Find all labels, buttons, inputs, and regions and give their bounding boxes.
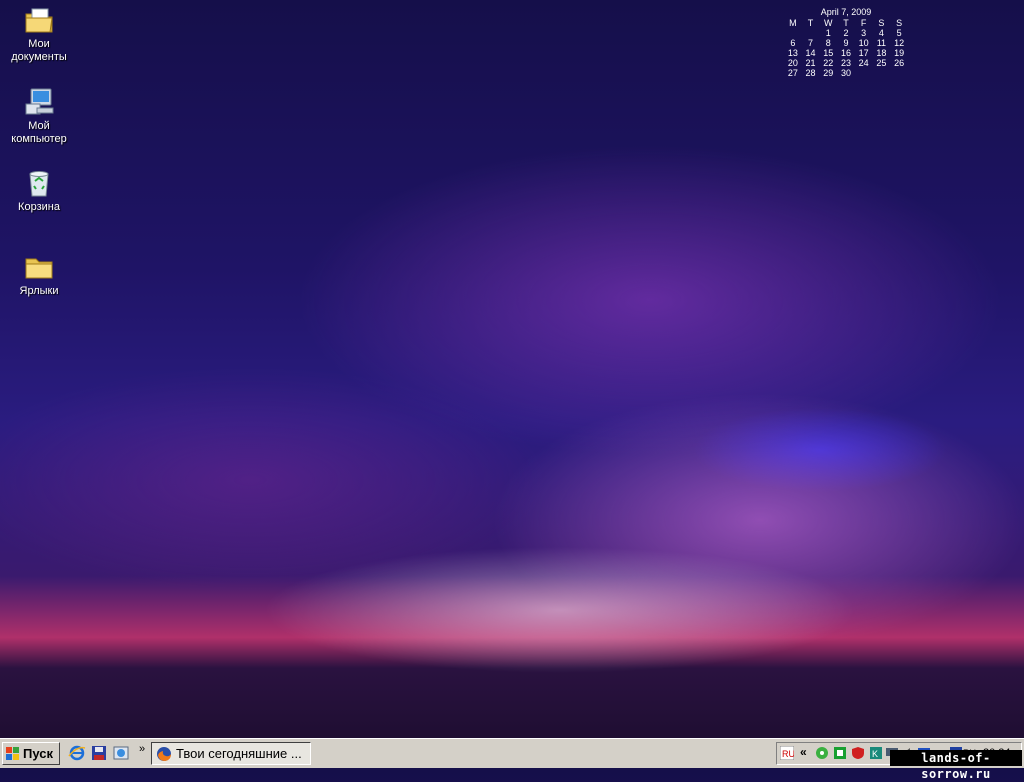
calendar-day: 8 [825,38,831,48]
green-app-icon[interactable] [833,746,847,760]
network-icon[interactable] [815,746,829,760]
desktop-icon-label: Ярлыки [19,285,59,297]
calendar-day: 26 [894,58,905,68]
desktop-icon-label: Мои документы [11,38,67,63]
calendar-day: 25 [876,58,887,68]
desktop-icon-shortcuts[interactable]: Ярлыки [0,251,78,298]
tray-collapse-arrow[interactable]: « [800,745,807,759]
internet-explorer-icon[interactable] [68,744,86,762]
firefox-icon [157,746,171,761]
calendar-grid: M T W T F S S 1 2 3 4 5 6 7 8 9 10 11 12… [784,18,908,78]
calendar-day: 30 [840,68,851,78]
calendar-day [855,68,873,78]
calendar-day [873,68,891,78]
desktop-icon-my-documents[interactable]: Мои документы [0,4,78,64]
calendar-day: 15 [823,48,834,58]
start-button[interactable]: Пуск [2,742,60,765]
desktop-icon-label: Мой компьютер [11,120,67,145]
calendar-day: 9 [843,38,849,48]
my-documents-icon [25,8,53,33]
calendar-day: 22 [823,58,834,68]
weekday-label: M [789,18,797,28]
calendar-day: 28 [805,68,816,78]
calendar-day [890,68,908,78]
calendar-day: 3 [861,28,867,38]
quick-launch-chevron[interactable]: » [139,743,145,755]
windows-flag-icon [6,746,19,760]
shield-icon[interactable] [851,746,865,760]
calendar-day: 23 [840,58,851,68]
calendar-day: 12 [894,38,905,48]
recycle-bin-icon [29,171,49,197]
desktop-icon-my-computer[interactable]: Мой компьютер [0,86,78,146]
language-ru-icon[interactable]: RU [780,746,794,760]
desktop-icon-recycle-bin[interactable]: Корзина [0,167,78,214]
calendar-day: 1 [825,28,831,38]
taskbar-button-firefox[interactable]: Твои сегодняшние ... [151,742,311,765]
weekday-label: S [878,18,885,28]
calendar-week-row: 13 14 15 16 17 18 19 [784,48,908,58]
kaspersky-icon[interactable]: K [869,746,883,760]
svg-text:K: K [872,749,878,759]
calendar-day: 7 [808,38,814,48]
weekday-label: S [896,18,903,28]
calendar-day: 21 [805,58,816,68]
svg-text:RU: RU [782,749,794,759]
calendar-day: 11 [876,38,887,48]
calendar-day [784,28,802,38]
calendar-day: 27 [787,68,798,78]
weekday-label: W [824,18,833,28]
calendar-day: 29 [823,68,834,78]
calendar-week-row: 20 21 22 23 24 25 26 [784,58,908,68]
calendar-day: 17 [858,48,869,58]
calendar-day: 4 [878,28,884,38]
folder-icon [25,258,53,279]
calendar-day: 5 [896,28,902,38]
calendar-week-row: 27 28 29 30 [784,68,908,78]
calendar-day [802,28,820,38]
taskbar-button-label: Твои сегодняшние ... [176,746,302,761]
calendar-week-row: 6 7 8 9 10 11 12 [784,38,908,48]
weekday-label: T [843,18,849,28]
desktop-calendar: April 7, 2009 M T W T F S S 1 2 3 4 5 6 … [784,7,908,78]
start-label: Пуск [23,746,53,761]
calendar-day: 20 [787,58,798,68]
watermark: lands-of-sorrow.ru [890,750,1022,781]
save-disk-icon[interactable] [90,744,108,762]
calendar-title: April 7, 2009 [820,7,872,17]
calendar-day: 6 [790,38,796,48]
weekday-label: F [860,18,867,28]
calendar-weekday-row: M T W T F S S [784,18,908,28]
calendar-day: 10 [858,38,869,48]
calendar-day: 13 [787,48,798,58]
calendar-day: 16 [840,48,851,58]
explorer-icon[interactable] [112,744,130,762]
calendar-day: 18 [876,48,887,58]
calendar-day: 2 [843,28,849,38]
weekday-label: T [807,18,814,28]
calendar-day: 14 [805,48,816,58]
calendar-day: 19 [894,48,905,58]
my-computer-icon [25,88,54,115]
calendar-day: 24 [858,58,869,68]
taskbar: Пуск » Твои сегодняшние ... RU « K [0,738,1024,768]
desktop-icon-label: Корзина [18,201,60,213]
calendar-week-row: 1 2 3 4 5 [784,28,908,38]
